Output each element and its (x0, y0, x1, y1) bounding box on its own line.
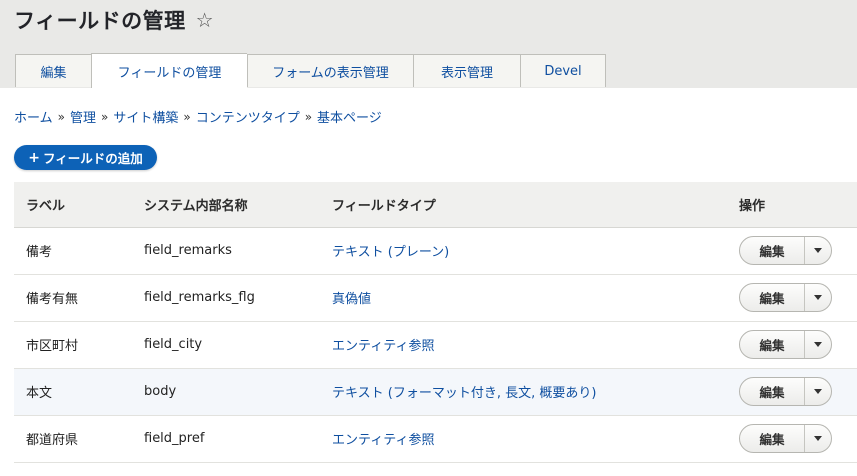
add-field-button[interactable]: + フィールドの追加 (14, 145, 157, 170)
star-icon[interactable]: ☆ (196, 10, 214, 30)
operations-dropbutton: 編集 (739, 424, 832, 453)
field-type-link[interactable]: テキスト (プレーン) (332, 245, 449, 260)
edit-button[interactable]: 編集 (740, 284, 805, 311)
table-row: 市区町村 field_city エンティティ参照 編集 (14, 321, 857, 368)
field-machine-name: field_remarks (144, 243, 232, 258)
edit-button[interactable]: 編集 (740, 331, 805, 358)
add-field-label: フィールドの追加 (42, 151, 143, 166)
primary-tabs: 編集 フィールドの管理 フォームの表示管理 表示管理 Devel (15, 53, 606, 88)
header-machine-name: システム内部名称 (132, 182, 320, 228)
chevron-down-icon (814, 389, 822, 394)
field-type-link[interactable]: エンティティ参照 (332, 433, 434, 448)
field-machine-name: field_pref (144, 431, 205, 446)
edit-button[interactable]: 編集 (740, 425, 805, 452)
breadcrumb-basic-page[interactable]: 基本ページ (317, 107, 382, 126)
plus-icon: + (28, 149, 40, 166)
chevron-down-icon (814, 248, 822, 253)
dropdown-toggle[interactable] (805, 237, 831, 264)
field-label: 都道府県 (26, 433, 79, 448)
breadcrumb-home[interactable]: ホーム (14, 107, 53, 126)
dropdown-toggle[interactable] (805, 378, 831, 405)
table-row: 備考 field_remarks テキスト (プレーン) 編集 (14, 227, 857, 274)
operations-dropbutton: 編集 (739, 330, 832, 359)
table-row: 本文 body テキスト (フォーマット付き, 長文, 概要あり) 編集 (14, 368, 857, 415)
edit-button[interactable]: 編集 (740, 378, 805, 405)
field-machine-name: field_city (144, 337, 203, 352)
chevron-down-icon (814, 295, 822, 300)
header-operations: 操作 (727, 182, 857, 228)
operations-dropbutton: 編集 (739, 236, 832, 265)
breadcrumb-structure[interactable]: サイト構築 (113, 107, 178, 126)
dropdown-toggle[interactable] (805, 284, 831, 311)
page-title: フィールドの管理 (14, 9, 186, 33)
field-label: 備考有無 (26, 292, 79, 307)
field-machine-name: body (144, 384, 177, 399)
field-label: 備考 (26, 245, 53, 260)
breadcrumb-separator: » (183, 109, 191, 124)
breadcrumb-separator: » (304, 109, 313, 124)
tab-devel[interactable]: Devel (520, 54, 606, 87)
field-label: 本文 (26, 386, 53, 401)
tab-manage-form-display[interactable]: フォームの表示管理 (247, 54, 413, 87)
breadcrumb-content-types[interactable]: コンテンツタイプ (196, 107, 300, 126)
tab-manage-display[interactable]: 表示管理 (413, 54, 520, 87)
dropdown-toggle[interactable] (805, 425, 831, 452)
header-label: ラベル (14, 182, 132, 228)
breadcrumb-admin[interactable]: 管理 (70, 107, 96, 126)
operations-dropbutton: 編集 (739, 377, 832, 406)
header-field-type: フィールドタイプ (320, 182, 727, 228)
field-type-link[interactable]: テキスト (フォーマット付き, 長文, 概要あり) (332, 386, 596, 401)
chevron-down-icon (814, 436, 822, 441)
dropdown-toggle[interactable] (805, 331, 831, 358)
fields-table: ラベル システム内部名称 フィールドタイプ 操作 備考 field_remark… (14, 182, 857, 463)
operations-dropbutton: 編集 (739, 283, 832, 312)
page-title-area: フィールドの管理 ☆ (14, 5, 214, 35)
field-label: 市区町村 (26, 339, 79, 354)
edit-button[interactable]: 編集 (740, 237, 805, 264)
page-header: フィールドの管理 ☆ 編集 フィールドの管理 フォームの表示管理 表示管理 De… (0, 0, 857, 88)
breadcrumb-separator: » (57, 109, 65, 124)
field-machine-name: field_remarks_flg (144, 290, 255, 305)
field-type-link[interactable]: 真偽値 (332, 292, 371, 307)
field-type-link[interactable]: エンティティ参照 (332, 339, 434, 354)
tab-edit[interactable]: 編集 (15, 54, 91, 87)
table-row: 都道府県 field_pref エンティティ参照 編集 (14, 415, 857, 462)
chevron-down-icon (814, 342, 822, 347)
breadcrumb: ホーム » 管理 » サイト構築 » コンテンツタイプ » 基本ページ (14, 107, 382, 127)
table-header-row: ラベル システム内部名称 フィールドタイプ 操作 (14, 182, 857, 228)
breadcrumb-separator: » (100, 109, 109, 124)
table-row: 備考有無 field_remarks_flg 真偽値 編集 (14, 274, 857, 321)
tab-manage-fields[interactable]: フィールドの管理 (91, 53, 247, 88)
